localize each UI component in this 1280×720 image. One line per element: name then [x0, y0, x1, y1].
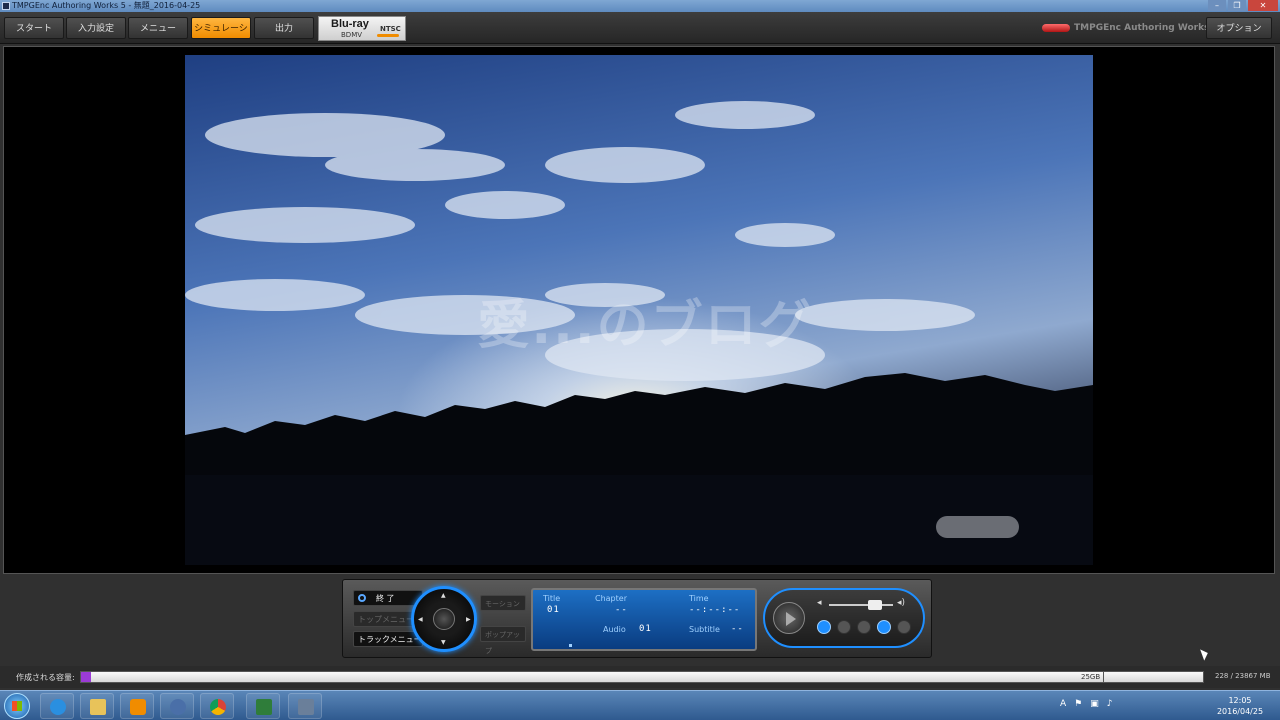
time-value: --:--:--	[689, 605, 741, 615]
audio-value: 01	[639, 624, 652, 634]
capacity-25gb-marker: 25GB	[1081, 672, 1105, 682]
media-player-taskbar-icon[interactable]	[120, 693, 154, 719]
system-tray: A ⚑ ▣ ♪	[1060, 699, 1113, 713]
power-icon	[358, 594, 366, 602]
windows-taskbar: A ⚑ ▣ ♪ 12:05 2016/04/25	[0, 690, 1280, 720]
media-player-icon	[130, 699, 146, 715]
output-button[interactable]: 出力	[254, 17, 314, 39]
mouse-cursor-icon	[1200, 647, 1210, 661]
bdmv-label: BDMV	[341, 31, 363, 39]
menu-button[interactable]: メニュー	[128, 17, 188, 39]
subtitle-label: Subtitle	[689, 625, 720, 634]
play-icon	[786, 612, 796, 626]
clock-time: 12:05	[1228, 696, 1252, 705]
brand-name: TMPGEnc Authoring Works 5	[1074, 23, 1219, 33]
volume-slider[interactable]: ◂ ◂)	[817, 598, 907, 610]
time-label: Time	[689, 594, 709, 603]
bluray-format-badge[interactable]: Blu-ray BDMV NTSC	[318, 16, 406, 41]
playback-controls: ◂ ◂)	[763, 588, 925, 648]
volume-track	[829, 604, 893, 606]
brand-logo: TMPGEnc Authoring Works 5	[1042, 21, 1219, 35]
left-arrow-icon[interactable]: ◀	[418, 616, 423, 623]
minimize-button[interactable]: –	[1208, 0, 1226, 11]
volume-high-icon: ◂)	[897, 598, 906, 608]
status-display: Title 01 Chapter -- Time --:--:-- Audio …	[531, 588, 757, 651]
title-value: 01	[547, 605, 560, 615]
volume-low-icon: ◂	[817, 598, 822, 608]
windows-logo-icon	[12, 701, 22, 711]
simulation-button[interactable]: シミュレーション	[191, 17, 251, 56]
play-button[interactable]	[773, 602, 805, 634]
app-icon	[2, 2, 10, 10]
chapter-value: --	[615, 605, 628, 615]
simulation-remote-control: 終 了 トップメニュー トラックメニュー ▲ ▼ ◀ ▶ モーション ポップアッ…	[342, 579, 932, 658]
subtitle-value: --	[731, 624, 744, 634]
capacity-used-fill	[81, 672, 91, 682]
green-app-icon	[256, 699, 272, 715]
ie-icon	[50, 699, 66, 715]
speaker-icon[interactable]: ♪	[1107, 699, 1113, 713]
up-arrow-icon[interactable]: ▲	[441, 592, 446, 599]
start-orb-button[interactable]	[4, 693, 30, 719]
input-settings-button[interactable]: 入力設定	[66, 17, 126, 39]
volume-knob[interactable]	[868, 600, 882, 610]
exit-label: 終 了	[376, 594, 395, 603]
rewind-button[interactable]	[837, 620, 851, 634]
close-button[interactable]: ✕	[1248, 0, 1278, 11]
flag-icon[interactable]: ⚑	[1074, 699, 1082, 713]
app-6-taskbar-icon[interactable]	[246, 693, 280, 719]
ntsc-swoosh-icon	[377, 34, 399, 37]
browser-app-taskbar-icon[interactable]	[160, 693, 194, 719]
audio-label: Audio	[603, 625, 626, 634]
network-icon[interactable]: ▣	[1090, 699, 1099, 713]
blog-watermark: 愛...のブログ	[477, 296, 813, 356]
title-bar: TMPGEnc Authoring Works 5 - 無題_2016-04-2…	[0, 0, 1280, 12]
maximize-button[interactable]: ❐	[1228, 0, 1246, 11]
clock-date: 2016/04/25	[1216, 707, 1264, 716]
tmpgenc-app-icon	[298, 699, 314, 715]
capacity-size-text: 228 / 23867 MB	[1215, 672, 1271, 680]
globe-icon	[170, 699, 186, 715]
taskbar-clock[interactable]: 12:05 2016/04/25	[1214, 695, 1266, 717]
forward-button[interactable]	[877, 620, 891, 634]
window-title: TMPGEnc Authoring Works 5 - 無題_2016-04-2…	[12, 1, 201, 10]
chrome-icon	[210, 699, 226, 715]
pause-button[interactable]	[857, 620, 871, 634]
brand-pill-icon	[1042, 24, 1070, 32]
window-controls: – ❐ ✕	[1208, 0, 1278, 12]
osd-indicator	[936, 516, 1019, 538]
stop-button[interactable]	[817, 620, 831, 634]
options-button[interactable]: オプション	[1206, 17, 1272, 39]
main-toolbar: スタート 入力設定 メニュー シミュレーション 出力 Blu-ray BDMV …	[0, 12, 1280, 56]
simulation-preview[interactable]: 愛...のブログ	[3, 46, 1275, 574]
start-button[interactable]: スタート	[4, 17, 64, 39]
exit-button[interactable]: 終 了	[353, 590, 423, 606]
track-menu-button[interactable]: トラックメニュー	[353, 631, 423, 647]
tmpgenc-taskbar-icon[interactable]	[288, 693, 322, 719]
motion-button[interactable]: モーション	[480, 595, 526, 611]
capacity-track: 25GB	[80, 671, 1204, 683]
capacity-label: 作成される容量:	[16, 673, 75, 682]
app-window: TMPGEnc Authoring Works 5 - 無題_2016-04-2…	[0, 0, 1280, 720]
right-arrow-icon[interactable]: ▶	[466, 616, 471, 623]
capacity-bar: 作成される容量: 25GB 228 / 23867 MB	[0, 666, 1280, 688]
ntsc-label: NTSC	[380, 25, 401, 33]
language-indicator[interactable]: A	[1060, 699, 1066, 713]
title-label: Title	[543, 594, 561, 603]
video-frame: 愛...のブログ	[185, 55, 1093, 565]
file-explorer-taskbar-icon[interactable]	[80, 693, 114, 719]
internet-explorer-taskbar-icon[interactable]	[40, 693, 74, 719]
chrome-taskbar-icon[interactable]	[200, 693, 234, 719]
chapter-label: Chapter	[595, 594, 627, 603]
down-arrow-icon[interactable]: ▼	[441, 639, 446, 646]
enter-button[interactable]	[433, 608, 455, 630]
display-indicator-dot	[569, 644, 572, 647]
bluray-logo-text: Blu-ray	[331, 18, 369, 30]
navigation-dpad[interactable]: ▲ ▼ ◀ ▶	[411, 586, 477, 652]
popup-button[interactable]: ポップアップ	[480, 626, 526, 655]
folder-icon	[90, 699, 106, 715]
next-button[interactable]	[897, 620, 911, 634]
